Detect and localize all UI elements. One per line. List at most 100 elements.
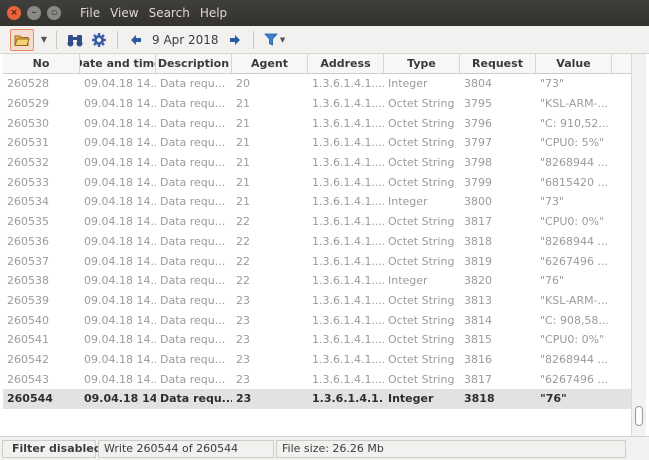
cell-type: Octet String: [388, 136, 455, 150]
cell-value: "76": [540, 274, 565, 288]
write-status-label: Write 260544 of 260544: [104, 442, 239, 455]
open-folder-icon: [14, 35, 30, 46]
cell-description: Data requ...: [160, 293, 226, 307]
previous-date-button[interactable]: [126, 29, 146, 51]
filter-status-icon: [4, 445, 12, 452]
cell-agent: 21: [236, 175, 250, 189]
table-row[interactable]: 260535 09.04.18 14... Data requ... 22 1.3.6.…: [3, 212, 631, 232]
table-row[interactable]: 260540 09.04.18 14... Data requ... 23 1.3.6.…: [3, 310, 631, 330]
column-header-agent[interactable]: Agent: [232, 54, 308, 73]
table-row[interactable]: 260536 09.04.18 14... Data requ... 22 1.3.6.…: [3, 232, 631, 252]
cell-value: "76": [540, 392, 567, 406]
cell-no: 260540: [7, 313, 49, 327]
cell-address: 1.3.6.1.4.1....: [312, 313, 384, 327]
cell-no: 260535: [7, 215, 49, 229]
cell-datetime: 09.04.18 14...: [84, 195, 156, 209]
filter-icon: [263, 33, 278, 46]
cell-request: 3820: [464, 274, 492, 288]
table-row[interactable]: 260532 09.04.18 14... Data requ... 21 1.3.6.…: [3, 153, 631, 173]
table-row[interactable]: 260539 09.04.18 14... Data requ... 23 1.3.6.…: [3, 291, 631, 311]
vertical-scrollbar[interactable]: [631, 54, 646, 436]
cell-description: Data requ...: [160, 175, 226, 189]
scrollbar-thumb[interactable]: [635, 406, 643, 426]
maximize-window-button[interactable]: ▫: [47, 6, 61, 20]
next-date-button[interactable]: [225, 29, 245, 51]
search-button[interactable]: [65, 29, 85, 51]
cell-address: 1.3.6.1.4.1....: [312, 293, 384, 307]
table-row[interactable]: 260530 09.04.18 14... Data requ... 21 1.3.6.…: [3, 113, 631, 133]
cell-agent: 21: [236, 156, 250, 170]
cell-datetime: 09.04.18 14...: [84, 274, 156, 288]
cell-value: "6267496 ...: [540, 372, 609, 386]
binoculars-icon: [67, 34, 83, 46]
cell-agent: 23: [236, 372, 250, 386]
cell-datetime: 09.04.18 14...: [84, 313, 156, 327]
cell-type: Integer: [388, 392, 434, 406]
table-row[interactable]: 260528 09.04.18 14... Data requ... 20 1.3.6.…: [3, 74, 631, 94]
column-header-description[interactable]: Description: [156, 54, 232, 73]
cell-type: Octet String: [388, 352, 455, 366]
cell-description: Data requ...: [160, 254, 226, 268]
column-header-request[interactable]: Request: [460, 54, 536, 73]
chevron-down-icon[interactable]: ▼: [38, 29, 50, 51]
table-row[interactable]: 260531 09.04.18 14... Data requ... 21 1.3.6.…: [3, 133, 631, 153]
cell-value: "KSL-ARM-...: [540, 97, 609, 111]
column-header-no[interactable]: No: [3, 54, 80, 73]
cell-type: Octet String: [388, 97, 455, 111]
cell-agent: 23: [236, 392, 252, 406]
status-bar: Filter disabled Write 260544 of 260544 F…: [0, 436, 649, 460]
table-row[interactable]: 260541 09.04.18 14... Data requ... 23 1.3.6.…: [3, 330, 631, 350]
table-row[interactable]: 260543 09.04.18 14... Data requ... 23 1.3.6.…: [3, 369, 631, 389]
gear-icon: [92, 32, 106, 47]
cell-agent: 21: [236, 97, 250, 111]
table-row[interactable]: 260533 09.04.18 14... Data requ... 21 1.3.6.…: [3, 172, 631, 192]
cell-datetime: 09.04.18 14...: [84, 136, 156, 150]
chevron-down-icon: ▼: [279, 35, 286, 44]
cell-no: 260528: [7, 77, 49, 91]
open-folder-button[interactable]: [10, 28, 34, 51]
cell-no: 260530: [7, 116, 49, 130]
table-row[interactable]: 260538 09.04.18 14... Data requ... 22 1.3.6.…: [3, 271, 631, 291]
menu-search[interactable]: Search: [148, 6, 191, 20]
column-header-datetime[interactable]: Date and time: [80, 54, 156, 73]
cell-value: "8268944 ...: [540, 352, 609, 366]
minimize-window-button[interactable]: –: [27, 6, 41, 20]
cell-datetime: 09.04.18 14...: [84, 372, 156, 386]
column-header-address[interactable]: Address: [308, 54, 384, 73]
cell-type: Integer: [388, 77, 428, 91]
column-header-value[interactable]: Value: [536, 54, 612, 73]
menu-help[interactable]: Help: [199, 6, 228, 20]
cell-datetime: 09.04.18 14...: [84, 333, 156, 347]
table-row[interactable]: 260534 09.04.18 14... Data requ... 21 1.3.6.…: [3, 192, 631, 212]
cell-type: Octet String: [388, 333, 455, 347]
cell-no: 260543: [7, 372, 49, 386]
menu-file[interactable]: File: [79, 6, 101, 20]
cell-request: 3817: [464, 215, 492, 229]
cell-description: Data requ...: [160, 116, 226, 130]
cell-request: 3799: [464, 175, 492, 189]
close-window-button[interactable]: ×: [7, 6, 21, 20]
table-row[interactable]: 260529 09.04.18 14... Data requ... 21 1.3.6.…: [3, 94, 631, 114]
menu-view[interactable]: View: [109, 6, 139, 20]
settings-button[interactable]: [89, 29, 109, 51]
cell-request: 3797: [464, 136, 492, 150]
current-date-label: 9 Apr 2018: [152, 32, 219, 47]
filter-button[interactable]: ▼: [262, 29, 288, 51]
cell-request: 3815: [464, 333, 492, 347]
table-body: 260528 09.04.18 14... Data requ... 20 1.3.6.…: [3, 74, 631, 409]
table-row[interactable]: 260544 09.04.18 14... Data requ... 23 1.3.6.…: [3, 389, 631, 409]
write-status: Write 260544 of 260544: [98, 439, 274, 458]
cell-description: Data requ...: [160, 77, 226, 91]
cell-type: Octet String: [388, 234, 455, 248]
cell-request: 3816: [464, 352, 492, 366]
cell-no: 260537: [7, 254, 49, 268]
column-header-type[interactable]: Type: [384, 54, 460, 73]
toolbar-separator: [56, 30, 57, 49]
cell-value: "73": [540, 77, 565, 91]
cell-datetime: 09.04.18 14...: [84, 293, 156, 307]
cell-request: 3818: [464, 234, 492, 248]
table-row[interactable]: 260542 09.04.18 14... Data requ... 23 1.3.6.…: [3, 350, 631, 370]
cell-type: Octet String: [388, 293, 455, 307]
table-row[interactable]: 260537 09.04.18 14... Data requ... 22 1.3.6.…: [3, 251, 631, 271]
cell-description: Data requ...: [160, 234, 226, 248]
